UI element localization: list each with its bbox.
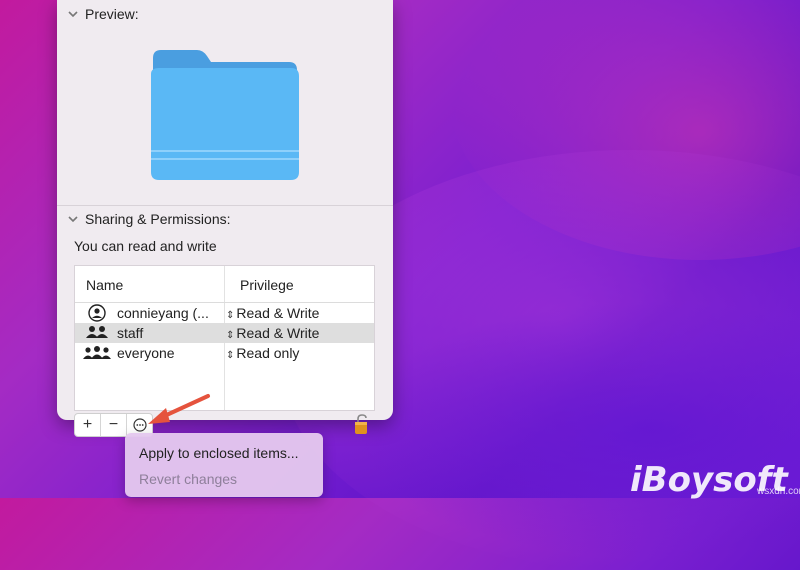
- privilege-popup[interactable]: ⇕ Read & Write: [226, 325, 319, 341]
- folder-icon: [151, 50, 299, 180]
- column-header-privilege[interactable]: Privilege: [240, 277, 294, 293]
- section-divider: [57, 205, 393, 206]
- add-user-button[interactable]: +: [75, 414, 101, 436]
- context-menu: Apply to enclosed items... Revert change…: [125, 433, 323, 497]
- get-info-panel: Preview: Sharing & Permissions: You can …: [57, 0, 393, 437]
- table-row[interactable]: staff ⇕ Read & Write: [75, 323, 374, 343]
- permissions-table: Name Privilege connieyang (... ⇕ Read & W…: [74, 265, 375, 411]
- group-name: staff: [117, 325, 144, 341]
- privilege-value: Read & Write: [236, 305, 320, 321]
- privilege-popup[interactable]: ⇕ Read only: [226, 345, 299, 361]
- site-watermark: wsxdn.com: [757, 486, 800, 497]
- chevron-down-icon[interactable]: [67, 213, 79, 225]
- group-icon: [86, 326, 108, 338]
- annotation-arrow: [148, 394, 210, 424]
- preview-section-header[interactable]: Preview:: [67, 6, 139, 22]
- permission-summary: You can read and write: [74, 238, 217, 254]
- user-name: connieyang (...: [117, 305, 209, 321]
- privilege-value: Read & Write: [236, 325, 320, 341]
- sharing-section-header[interactable]: Sharing & Permissions:: [67, 211, 231, 227]
- everyone-icon: [83, 346, 111, 359]
- lock-icon[interactable]: [353, 413, 369, 435]
- remove-user-button[interactable]: −: [101, 414, 127, 436]
- table-row[interactable]: connieyang (... ⇕ Read & Write: [75, 303, 374, 323]
- user-icon: [88, 304, 106, 322]
- updown-icon: ⇕: [226, 350, 235, 361]
- privilege-popup[interactable]: ⇕ Read & Write: [226, 305, 319, 321]
- updown-icon: ⇕: [226, 310, 235, 321]
- table-row[interactable]: everyone ⇕ Read only: [75, 343, 374, 363]
- apply-to-enclosed-items[interactable]: Apply to enclosed items...: [139, 445, 299, 461]
- privilege-value: Read only: [236, 345, 300, 361]
- chevron-down-icon[interactable]: [67, 8, 79, 20]
- table-header: Name Privilege: [75, 266, 374, 303]
- everyone-name: everyone: [117, 345, 175, 361]
- revert-changes: Revert changes: [139, 471, 238, 487]
- sharing-title: Sharing & Permissions:: [85, 211, 231, 227]
- preview-title: Preview:: [85, 6, 139, 22]
- updown-icon: ⇕: [226, 330, 235, 341]
- column-header-name[interactable]: Name: [86, 277, 123, 293]
